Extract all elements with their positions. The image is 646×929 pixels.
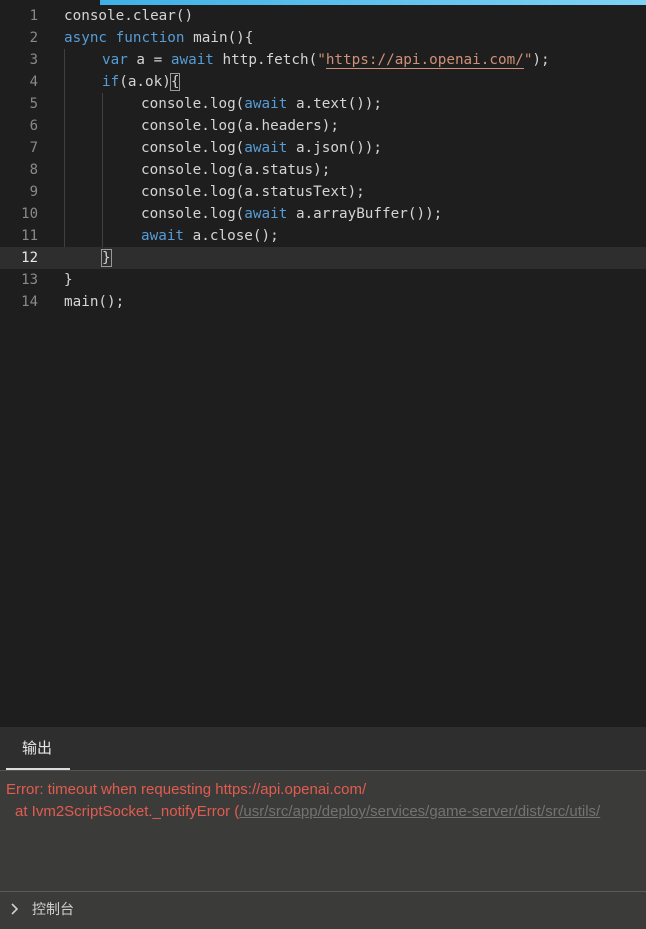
line-number: 10 <box>21 206 38 222</box>
line-number: 4 <box>29 74 38 90</box>
code-editor[interactable]: 1 console.clear() 2 async function main(… <box>0 5 646 727</box>
line-number: 8 <box>29 162 38 178</box>
code-line[interactable]: 8 console.log(a.status); <box>0 159 646 181</box>
line-number: 14 <box>21 294 38 310</box>
code-line[interactable]: 3 var a = await http.fetch("https://api.… <box>0 49 646 71</box>
line-number: 1 <box>29 8 38 24</box>
code-text: } <box>64 272 73 288</box>
code-line[interactable]: 11 await a.close(); <box>0 225 646 247</box>
code-text: var a = await http.fetch("https://api.op… <box>102 52 550 69</box>
code-text: } <box>101 247 112 269</box>
code-line[interactable]: 10 console.log(await a.arrayBuffer()); <box>0 203 646 225</box>
code-text: console.log(await a.arrayBuffer()); <box>141 206 443 222</box>
error-message: Error: timeout when requesting https://a… <box>6 781 367 798</box>
matched-brace: } <box>101 249 112 267</box>
code-line[interactable]: 14 main(); <box>0 291 646 313</box>
code-line[interactable]: 4 if(a.ok){ <box>0 71 646 93</box>
code-text: console.log(await a.text()); <box>141 96 383 112</box>
code-line[interactable]: 9 console.log(a.statusText); <box>0 181 646 203</box>
error-file-link[interactable]: /usr/src/app/deploy/services/game-server… <box>239 803 600 820</box>
chevron-right-icon <box>11 903 19 915</box>
error-stack-line: at Ivm2ScriptSocket._notifyError (/usr/s… <box>15 803 601 820</box>
line-number: 2 <box>29 30 38 46</box>
code-line[interactable]: 1 console.clear() <box>0 5 646 27</box>
code-text: console.log(await a.json()); <box>141 140 383 156</box>
code-text: async function main(){ <box>64 30 254 46</box>
code-line[interactable]: 13 } <box>0 269 646 291</box>
code-line[interactable]: 5 console.log(await a.text()); <box>0 93 646 115</box>
code-text: await a.close(); <box>141 228 279 244</box>
line-number: 13 <box>21 272 38 288</box>
code-text: main(); <box>64 294 125 310</box>
line-number: 9 <box>29 184 38 200</box>
matched-brace: { <box>169 73 181 91</box>
code-line[interactable]: 7 console.log(await a.json()); <box>0 137 646 159</box>
url-link[interactable]: https://api.openai.com/ <box>325 52 524 69</box>
code-line[interactable]: 6 console.log(a.headers); <box>0 115 646 137</box>
line-number: 5 <box>29 96 38 112</box>
line-number: 3 <box>29 52 38 68</box>
code-text: console.log(a.status); <box>141 162 331 178</box>
line-number: 12 <box>21 250 38 266</box>
line-number: 7 <box>29 140 38 156</box>
code-text: if(a.ok){ <box>102 73 181 91</box>
code-line[interactable]: 2 async function main(){ <box>0 27 646 49</box>
console-label: 控制台 <box>32 902 74 918</box>
line-number: 6 <box>29 118 38 134</box>
output-panel: 输出 Error: timeout when requesting https:… <box>0 727 646 891</box>
output-tab-bar: 输出 <box>0 727 646 771</box>
code-text: console.log(a.statusText); <box>141 184 365 200</box>
code-text: console.clear() <box>64 8 194 24</box>
code-line-active[interactable]: 12 } <box>0 247 646 269</box>
line-number: 11 <box>21 228 38 244</box>
tab-output[interactable]: 输出 <box>6 727 70 770</box>
console-toggle[interactable]: 控制台 <box>0 891 646 929</box>
code-text: console.log(a.headers); <box>141 118 339 134</box>
